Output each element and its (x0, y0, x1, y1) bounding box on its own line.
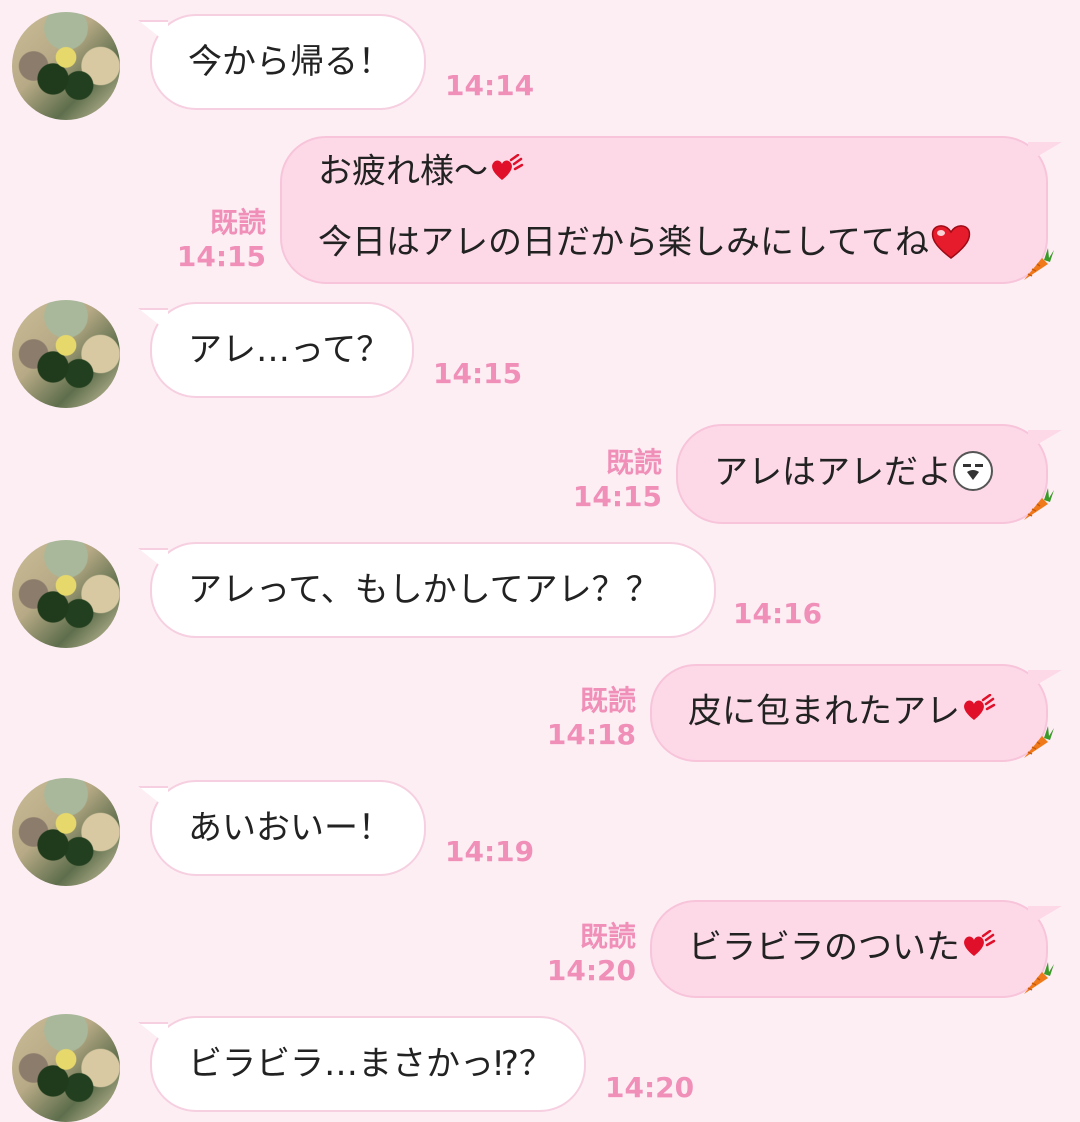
message-text: アレって、もしかしてアレ？？ (188, 570, 660, 610)
message-timestamp: 14:20 (605, 1071, 695, 1104)
incoming-message-bubble[interactable]: アレって、もしかしてアレ？？ (150, 542, 716, 638)
message-timestamp: 14:16 (733, 597, 823, 630)
smirk-face-icon (952, 450, 994, 498)
message-timestamp: 14:20 (546, 954, 636, 987)
heart-swoosh-icon (960, 693, 996, 732)
outgoing-message-bubble[interactable]: お疲れ様〜 今日はアレの日だから楽しみにしててね (280, 136, 1048, 284)
message-text: 皮に包まれたアレ (688, 691, 960, 732)
carrot-icon (1018, 722, 1054, 762)
message-text: お疲れ様〜 (318, 151, 488, 192)
chat-log: 今から帰る！ 14:14 既読 14:15 お疲れ様〜 今日はアレの日だから楽し… (0, 0, 1080, 1122)
message-timestamp: 14:19 (445, 835, 535, 868)
message-text: 今日はアレの日だから楽しみにしててね (318, 222, 929, 263)
read-receipt: 既読 14:18 (547, 684, 636, 752)
contact-avatar[interactable] (12, 778, 120, 886)
message-timestamp: 14:14 (445, 69, 535, 102)
incoming-message-bubble[interactable]: アレ…って？ (150, 302, 414, 398)
incoming-message-bubble[interactable]: 今から帰る！ (150, 14, 426, 110)
read-receipt: 既読 14:15 (573, 446, 662, 514)
contact-avatar[interactable] (12, 1014, 120, 1122)
message-timestamp: 14:15 (176, 240, 266, 273)
heart-swoosh-icon (488, 153, 524, 192)
contact-avatar[interactable] (12, 12, 120, 120)
message-timestamp: 14:15 (433, 357, 523, 390)
carrot-icon (1018, 484, 1054, 524)
incoming-message-bubble[interactable]: ビラビラ…まさかっ⁉？ (150, 1016, 586, 1112)
read-label: 既読 (579, 684, 636, 717)
message-text: あいおいー！ (188, 808, 392, 848)
message-text: 今から帰る！ (188, 42, 392, 82)
read-label: 既読 (579, 920, 636, 953)
message-text: ビラビラのついた (688, 927, 960, 968)
carrot-icon (1018, 958, 1054, 998)
read-label: 既読 (605, 446, 662, 479)
message-text: アレ…って？ (188, 330, 391, 370)
carrot-icon (1018, 244, 1054, 284)
incoming-message-bubble[interactable]: あいおいー！ (150, 780, 426, 876)
outgoing-message-bubble[interactable]: 皮に包まれたアレ (650, 664, 1048, 762)
red-heart-icon (929, 222, 973, 266)
message-text: アレはアレだよ (714, 452, 952, 493)
message-timestamp: 14:15 (572, 480, 662, 513)
heart-swoosh-icon (960, 929, 996, 968)
read-receipt: 既読 14:15 (177, 206, 266, 274)
contact-avatar[interactable] (12, 300, 120, 408)
message-timestamp: 14:18 (546, 718, 636, 751)
read-label: 既読 (209, 206, 266, 239)
outgoing-message-bubble[interactable]: アレはアレだよ (676, 424, 1048, 524)
outgoing-message-bubble[interactable]: ビラビラのついた (650, 900, 1048, 998)
read-receipt: 既読 14:20 (547, 920, 636, 988)
message-text: ビラビラ…まさかっ⁉？ (188, 1044, 553, 1084)
contact-avatar[interactable] (12, 540, 120, 648)
